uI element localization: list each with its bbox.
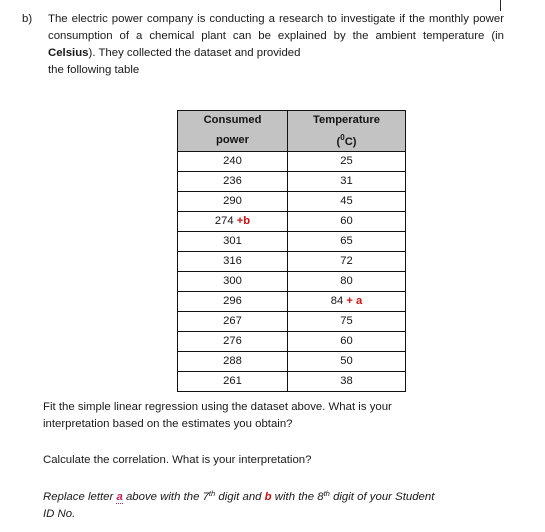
- cell-variable-term: +b: [236, 215, 251, 227]
- prompt-regression-line1: Fit the simple linear regression using t…: [43, 401, 392, 413]
- cell-value: 65: [340, 235, 353, 247]
- cell-consumed-power: 301: [177, 231, 288, 252]
- table-row: 288 50: [177, 351, 406, 372]
- cell-value: 240: [223, 155, 242, 167]
- cell-temperature: 72: [287, 251, 406, 272]
- replace-text-part2: above with the 7: [122, 491, 209, 503]
- header-temperature-unit: (0C): [287, 129, 406, 152]
- prompt-regression: Fit the simple linear regression using t…: [43, 399, 502, 433]
- unit-close: C): [344, 136, 357, 148]
- replace-text-part5: digit of your Student: [329, 491, 435, 503]
- cell-value: 84: [330, 295, 344, 307]
- replace-text-part4: with the 8: [271, 491, 324, 503]
- cell-consumed-power: 236: [177, 171, 288, 192]
- cell-consumed-power: 300: [177, 271, 288, 292]
- table-row: 267 75: [177, 311, 406, 332]
- table-row: 316 72: [177, 251, 406, 272]
- question-label: b): [22, 13, 33, 25]
- table-row: 274 +b 60: [177, 211, 406, 232]
- cell-temperature: 60: [287, 211, 406, 232]
- cell-value: 288: [223, 355, 242, 367]
- cell-temperature: 50: [287, 351, 406, 372]
- table-body: 240 25 236 31 290 45 274 +b 60 301 65 316 72 300 80 29…: [177, 151, 406, 392]
- cell-temperature: 75: [287, 311, 406, 332]
- table-row: 290 45: [177, 191, 406, 212]
- dataset-table: Consumed Temperature power (0C) 240 25 236…: [177, 110, 406, 392]
- table-row: 300 80: [177, 271, 406, 292]
- cell-value: 31: [340, 175, 353, 187]
- cell-value: 301: [223, 235, 242, 247]
- cell-value: 60: [340, 335, 353, 347]
- cell-value: 25: [340, 155, 353, 167]
- cell-variable-term: + a: [346, 295, 363, 307]
- cell-value: 300: [223, 275, 242, 287]
- cell-temperature: 38: [287, 371, 406, 392]
- cell-consumed-power: 288: [177, 351, 288, 372]
- cell-temperature: 80: [287, 271, 406, 292]
- table-header-row-2: power (0C): [177, 129, 406, 152]
- cell-value: 236: [223, 175, 242, 187]
- cell-consumed-power: 316: [177, 251, 288, 272]
- question-bold-term: Celsius: [48, 47, 89, 59]
- table-row: 276 60: [177, 331, 406, 352]
- table-row: 296 84 + a: [177, 291, 406, 312]
- cell-consumed-power: 276: [177, 331, 288, 352]
- question-text-after: ). They collected the dataset and provid…: [88, 47, 301, 59]
- cell-value: 45: [340, 195, 353, 207]
- header-consumed-power-line1: Consumed: [177, 110, 288, 129]
- cell-temperature: 25: [287, 151, 406, 172]
- cell-value: 50: [340, 355, 353, 367]
- table-header-row-1: Consumed Temperature: [177, 110, 406, 129]
- header-consumed-power-line2: power: [177, 129, 288, 152]
- cell-value: 38: [340, 375, 353, 387]
- table-row: 261 38: [177, 371, 406, 392]
- prompt-regression-line2: interpretation based on the estimates yo…: [43, 418, 293, 430]
- prompt-replace-letters: Replace letter a above with the 7th digi…: [43, 485, 502, 523]
- cell-consumed-power: 267: [177, 311, 288, 332]
- cell-value: 316: [223, 255, 242, 267]
- question-text: The electric power company is conducting…: [48, 11, 504, 79]
- cell-consumed-power: 261: [177, 371, 288, 392]
- table-row: 240 25: [177, 151, 406, 172]
- replace-text-part1: Replace letter: [43, 491, 117, 503]
- replace-text-part3: digit and: [215, 491, 265, 503]
- cell-value: 274: [214, 215, 234, 227]
- cell-temperature: 31: [287, 171, 406, 192]
- cell-temperature: 60: [287, 331, 406, 352]
- question-text-main: The electric power company is conducting…: [48, 13, 504, 42]
- question-last-line: the following table: [48, 64, 140, 76]
- cell-value: 290: [223, 195, 242, 207]
- cell-value: 72: [340, 255, 353, 267]
- cell-consumed-power: 296: [177, 291, 288, 312]
- replace-text-line2: ID No.: [43, 508, 76, 520]
- cell-temperature: 84 + a: [287, 291, 406, 312]
- table-row: 301 65: [177, 231, 406, 252]
- table-row: 236 31: [177, 171, 406, 192]
- header-temperature-line1: Temperature: [287, 110, 406, 129]
- cell-consumed-power: 274 +b: [177, 211, 288, 232]
- cell-consumed-power: 290: [177, 191, 288, 212]
- cell-temperature: 45: [287, 191, 406, 212]
- prompt-correlation: Calculate the correlation. What is your …: [43, 454, 312, 466]
- cell-value: 276: [223, 335, 242, 347]
- cell-value: 80: [340, 275, 353, 287]
- cell-value: 261: [223, 375, 242, 387]
- question-block: b) The electric power company is conduct…: [22, 11, 504, 79]
- scan-tick-mark: [500, 0, 501, 11]
- table-header: Consumed Temperature power (0C): [177, 110, 406, 152]
- cell-value: 296: [223, 295, 242, 307]
- variable-b-reference: b: [264, 491, 272, 503]
- cell-value: 75: [340, 315, 353, 327]
- cell-value: 60: [340, 215, 353, 227]
- cell-value: 267: [223, 315, 242, 327]
- cell-temperature: 65: [287, 231, 406, 252]
- cell-consumed-power: 240: [177, 151, 288, 172]
